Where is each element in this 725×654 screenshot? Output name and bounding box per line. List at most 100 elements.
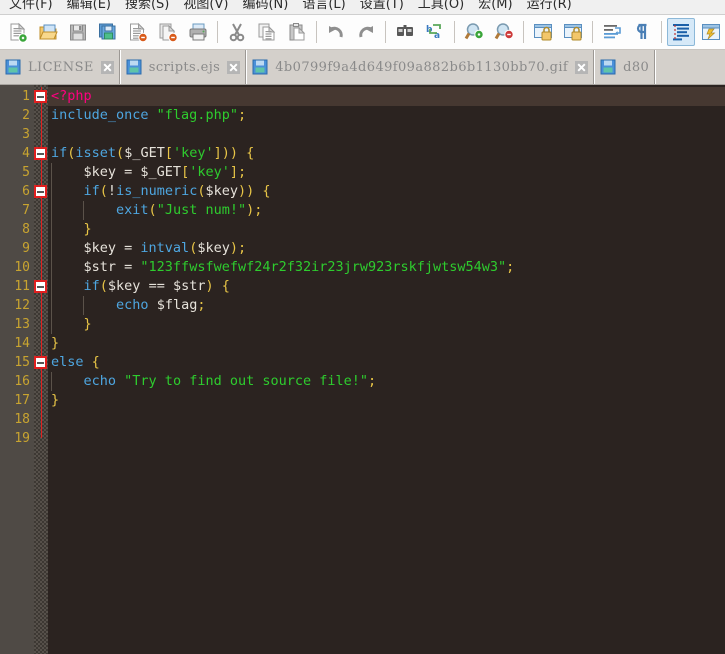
- tab-0[interactable]: LICENSE: [0, 50, 121, 84]
- code-token: 'key': [172, 145, 214, 161]
- code-line-4[interactable]: if(isset($_GET['key'])) {: [48, 144, 725, 163]
- tab-close-icon[interactable]: [227, 60, 241, 74]
- menu-item-1[interactable]: 编辑(E): [60, 0, 118, 11]
- toolbar-separator-2: [316, 21, 317, 43]
- print-button[interactable]: [184, 18, 212, 46]
- show-all-characters-button[interactable]: [628, 18, 656, 46]
- code-line-8[interactable]: }: [48, 220, 725, 239]
- close-file-button[interactable]: [124, 18, 152, 46]
- code-line-12[interactable]: echo $flag;: [48, 296, 725, 315]
- fold-collapse-icon[interactable]: [34, 147, 47, 160]
- code-text-area[interactable]: <?php include_once "flag.php"; if(isset($…: [48, 85, 725, 654]
- tab-1[interactable]: scripts.ejs: [120, 50, 248, 84]
- new-file-button[interactable]: [4, 18, 32, 46]
- fold-row: [34, 220, 48, 239]
- save-all-icon: [97, 21, 119, 43]
- menu-item-3[interactable]: 视图(V): [176, 0, 235, 11]
- user-defined-dialog-button[interactable]: [697, 18, 725, 46]
- code-line-14[interactable]: }: [48, 334, 725, 353]
- menu-item-8[interactable]: 宏(M): [471, 0, 519, 11]
- redo-button[interactable]: [352, 18, 380, 46]
- menu-item-9[interactable]: 运行(R): [520, 0, 579, 11]
- toolbar-separator-4: [454, 21, 455, 43]
- zoom-out-button[interactable]: [490, 18, 518, 46]
- code-line-3[interactable]: [48, 125, 725, 144]
- paste-button[interactable]: [283, 18, 311, 46]
- fold-collapse-icon[interactable]: [34, 185, 47, 198]
- fold-row: [34, 163, 48, 182]
- tab-close-icon[interactable]: [575, 60, 589, 74]
- cut-icon: [226, 21, 248, 43]
- code-line-1[interactable]: <?php: [48, 87, 725, 106]
- code-line-10[interactable]: $str = "123ffwsfwefwf24r2f32ir23jrw923rs…: [48, 258, 725, 277]
- tab-label: LICENSE: [28, 59, 94, 75]
- menu-item-6[interactable]: 设置(T): [353, 0, 411, 11]
- code-line-6[interactable]: if(!is_numeric($key)) {: [48, 182, 725, 201]
- line-number: 10: [14, 260, 30, 275]
- fold-row: [34, 144, 48, 163]
- code-token: "flag.php": [156, 107, 238, 123]
- code-token: ;: [506, 259, 515, 275]
- fold-collapse-icon[interactable]: [34, 90, 47, 103]
- indent-guide: [51, 163, 52, 334]
- code-line-2[interactable]: include_once "flag.php";: [48, 106, 725, 125]
- find-icon: [394, 21, 416, 43]
- print-icon: [187, 21, 209, 43]
- code-token: ): [205, 278, 214, 294]
- code-editor[interactable]: 1 2 3 4 5 6 7 8 9 10 11 12 13 14 15 16 17 18 19 <?php inclu…: [0, 85, 725, 654]
- fold-margin[interactable]: [34, 85, 48, 654]
- code-token: {: [262, 183, 271, 199]
- menu-item-5[interactable]: 语言(L): [295, 0, 352, 11]
- line-number-gutter: 1 2 3 4 5 6 7 8 9 10 11 12 13 14 15 16 17 18 19: [0, 85, 34, 654]
- save-all-button[interactable]: [94, 18, 122, 46]
- zoom-in-button[interactable]: [460, 18, 488, 46]
- code-token: $_GET: [140, 164, 182, 180]
- word-wrap-button[interactable]: [598, 18, 626, 46]
- save-button[interactable]: [64, 18, 92, 46]
- code-line-13[interactable]: }: [48, 315, 725, 334]
- code-token: ): [229, 240, 238, 256]
- code-token: )): [238, 183, 255, 199]
- code-line-19[interactable]: [48, 429, 725, 448]
- code-line-7[interactable]: exit("Just num!");: [48, 201, 725, 220]
- code-line-9[interactable]: $key = intval($key);: [48, 239, 725, 258]
- fold-collapse-icon[interactable]: [34, 356, 47, 369]
- word-wrap-icon: [601, 21, 623, 43]
- replace-button[interactable]: ba: [421, 18, 449, 46]
- paste-icon: [286, 21, 308, 43]
- undo-button[interactable]: [322, 18, 350, 46]
- copy-button[interactable]: [253, 18, 281, 46]
- close-all-button[interactable]: [154, 18, 182, 46]
- tab-2[interactable]: 4b0799f9a4d649f09a882b6b1130bb70.gif: [247, 50, 596, 84]
- sync-horizontal-scroll-icon: [562, 21, 584, 43]
- find-button[interactable]: [391, 18, 419, 46]
- menu-bar: 文件(F) 编辑(E) 搜索(S) 视图(V) 编码(N) 语言(L) 设置(T) 工具(O)…: [0, 0, 725, 15]
- indent-guideline-button[interactable]: [667, 18, 695, 46]
- fold-collapse-icon[interactable]: [34, 280, 47, 293]
- code-line-18[interactable]: [48, 410, 725, 429]
- tab-3[interactable]: d80: [595, 50, 657, 84]
- sync-horizontal-scroll-button[interactable]: [559, 18, 587, 46]
- menu-item-7[interactable]: 工具(O): [411, 0, 471, 11]
- code-line-17[interactable]: }: [48, 391, 725, 410]
- sync-vertical-scroll-button[interactable]: [529, 18, 557, 46]
- code-line-16[interactable]: echo "Try to find out source file!";: [48, 372, 725, 391]
- tab-close-icon[interactable]: [100, 60, 114, 74]
- code-token: ==: [140, 278, 173, 294]
- code-line-5[interactable]: $key = $_GET['key'];: [48, 163, 725, 182]
- code-token: }: [83, 221, 92, 237]
- menu-item-0[interactable]: 文件(F): [2, 0, 60, 11]
- cut-button[interactable]: [223, 18, 251, 46]
- code-line-15[interactable]: else {: [48, 353, 725, 372]
- line-number: 9: [22, 241, 30, 256]
- code-line-11[interactable]: if($key == $str) {: [48, 277, 725, 296]
- open-file-button[interactable]: [34, 18, 62, 46]
- file-icon: [5, 59, 21, 75]
- notepad-plus-plus-window: 文件(F) 编辑(E) 搜索(S) 视图(V) 编码(N) 语言(L) 设置(T) 工具(O)…: [0, 0, 725, 654]
- fold-row: [34, 277, 48, 296]
- menu-item-4[interactable]: 编码(N): [235, 0, 295, 11]
- menu-item-2[interactable]: 搜索(S): [118, 0, 176, 11]
- code-token: =: [116, 164, 141, 180]
- zoom-out-icon: [493, 21, 515, 43]
